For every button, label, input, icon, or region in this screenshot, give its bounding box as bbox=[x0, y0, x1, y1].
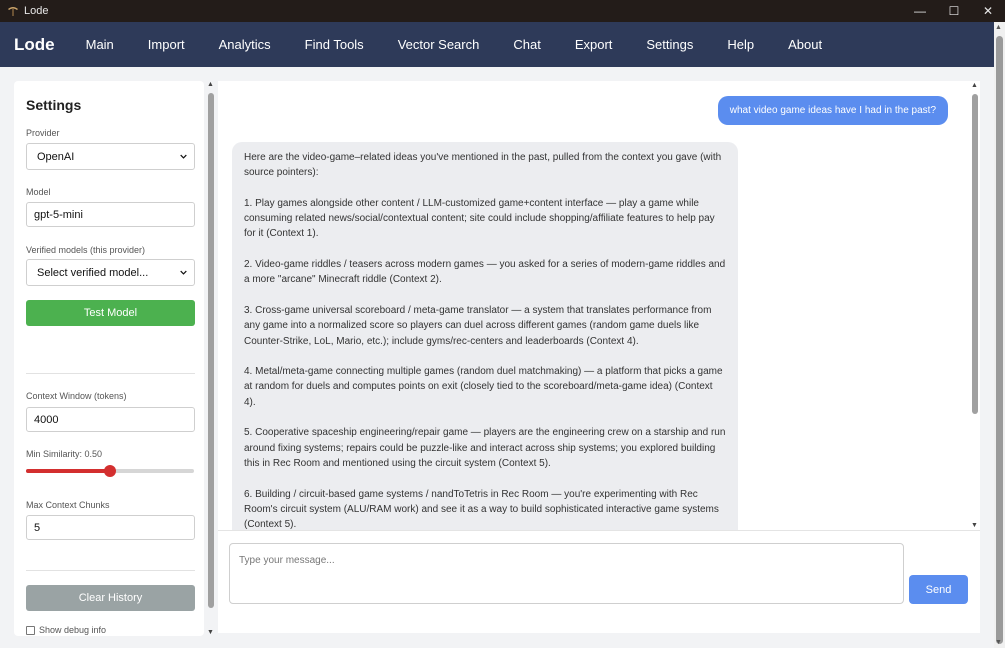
assistant-message: Here are the video-game–related ideas yo… bbox=[232, 142, 738, 530]
assistant-paragraph: 4. Metal/meta-game connecting multiple g… bbox=[244, 366, 723, 408]
chevron-down-icon bbox=[180, 270, 187, 275]
send-button[interactable]: Send bbox=[909, 575, 968, 604]
chat-scrollbar[interactable]: ▲ ▼ bbox=[970, 81, 980, 530]
nav-analytics[interactable]: Analytics bbox=[202, 37, 288, 52]
brand-logo[interactable]: Lode bbox=[14, 35, 55, 55]
settings-sidebar: Settings Provider OpenAI Model gpt-5-min… bbox=[14, 81, 204, 636]
verified-models-label: Verified models (this provider) bbox=[26, 245, 146, 255]
slider-thumb[interactable] bbox=[104, 465, 116, 477]
debug-label: Show debug info bbox=[39, 625, 107, 635]
test-model-button[interactable]: Test Model bbox=[26, 300, 195, 326]
pickaxe-icon bbox=[8, 7, 18, 16]
main-nav: Lode Main Import Analytics Find Tools Ve… bbox=[0, 22, 994, 67]
user-message: what video game ideas have I had in the … bbox=[717, 96, 948, 125]
sidebar-divider bbox=[26, 373, 195, 374]
scroll-down-arrow-icon[interactable]: ▼ bbox=[207, 629, 214, 636]
nav-vector-search[interactable]: Vector Search bbox=[381, 37, 497, 52]
title-bar: Lode — ☐ ✕ bbox=[0, 0, 1005, 22]
chevron-down-icon bbox=[180, 154, 187, 159]
model-label: Model bbox=[26, 187, 51, 197]
nav-settings[interactable]: Settings bbox=[629, 37, 710, 52]
context-window-label: Context Window (tokens) bbox=[26, 391, 127, 401]
message-input[interactable]: Type your message... bbox=[229, 543, 904, 604]
nav-main[interactable]: Main bbox=[69, 37, 131, 52]
min-similarity-slider[interactable] bbox=[26, 465, 194, 477]
min-similarity-label: Min Similarity: 0.50 bbox=[26, 449, 103, 459]
context-window-input[interactable]: 4000 bbox=[26, 407, 195, 432]
provider-value: OpenAI bbox=[37, 150, 75, 163]
provider-label: Provider bbox=[26, 128, 60, 138]
maximize-button[interactable]: ☐ bbox=[937, 0, 971, 22]
nav-import[interactable]: Import bbox=[131, 37, 202, 52]
assistant-paragraph: Here are the video-game–related ideas yo… bbox=[244, 152, 722, 179]
settings-heading: Settings bbox=[26, 97, 82, 113]
nav-find-tools[interactable]: Find Tools bbox=[288, 37, 381, 52]
window-scroll-thumb[interactable] bbox=[996, 36, 1003, 644]
nav-chat[interactable]: Chat bbox=[496, 37, 557, 52]
chat-divider bbox=[218, 530, 980, 531]
chat-scroll-thumb[interactable] bbox=[972, 94, 978, 414]
nav-export[interactable]: Export bbox=[558, 37, 630, 52]
verified-model-value: Select verified model... bbox=[37, 266, 149, 279]
assistant-paragraph: 1. Play games alongside other content / … bbox=[244, 197, 715, 240]
nav-help[interactable]: Help bbox=[710, 37, 771, 52]
model-input[interactable]: gpt-5-mini bbox=[26, 202, 195, 227]
clear-history-button[interactable]: Clear History bbox=[26, 585, 195, 611]
debug-toggle[interactable]: Show debug info bbox=[26, 625, 106, 635]
message-list: what video game ideas have I had in the … bbox=[218, 81, 970, 530]
sidebar-scrollbar[interactable]: ▲ ▼ bbox=[206, 81, 216, 636]
scroll-down-arrow-icon[interactable]: ▼ bbox=[995, 639, 1002, 646]
max-chunks-input[interactable]: 5 bbox=[26, 515, 195, 540]
provider-select[interactable]: OpenAI bbox=[26, 143, 195, 170]
window-controls: — ☐ ✕ bbox=[903, 0, 1005, 22]
app-content: Settings Provider OpenAI Model gpt-5-min… bbox=[0, 67, 994, 648]
scroll-up-arrow-icon[interactable]: ▲ bbox=[995, 24, 1002, 31]
assistant-paragraph: 5. Cooperative spaceship engineering/rep… bbox=[244, 427, 726, 469]
sidebar-divider bbox=[26, 570, 195, 571]
sidebar-scroll-thumb[interactable] bbox=[208, 93, 214, 608]
slider-fill bbox=[26, 469, 110, 473]
scroll-down-arrow-icon[interactable]: ▼ bbox=[971, 522, 978, 529]
debug-checkbox[interactable] bbox=[26, 625, 35, 635]
assistant-paragraph: 2. Video-game riddles / teasers across m… bbox=[244, 259, 726, 286]
assistant-paragraph: 3. Cross-game universal scoreboard / met… bbox=[244, 304, 712, 347]
window-scrollbar[interactable]: ▲ ▼ bbox=[994, 22, 1005, 648]
verified-model-select[interactable]: Select verified model... bbox=[26, 259, 195, 286]
close-button[interactable]: ✕ bbox=[971, 0, 1005, 22]
max-chunks-label: Max Context Chunks bbox=[26, 500, 110, 510]
scroll-up-arrow-icon[interactable]: ▲ bbox=[207, 81, 214, 88]
scroll-up-arrow-icon[interactable]: ▲ bbox=[971, 82, 978, 89]
nav-about[interactable]: About bbox=[771, 37, 839, 52]
window-title: Lode bbox=[24, 5, 49, 17]
minimize-button[interactable]: — bbox=[903, 0, 937, 22]
chat-panel: what video game ideas have I had in the … bbox=[218, 81, 980, 633]
assistant-paragraph: 6. Building / circuit-based game systems… bbox=[244, 488, 719, 530]
